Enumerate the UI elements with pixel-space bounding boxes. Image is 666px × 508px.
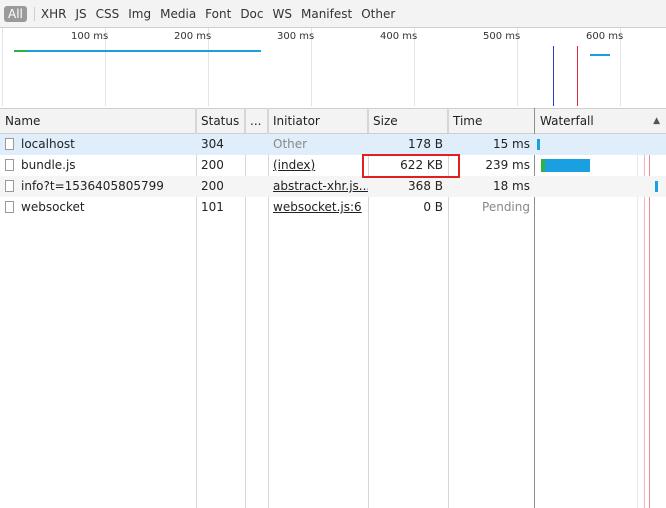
cell-size: 178 B [408,137,443,151]
cell-size: 368 B [408,179,443,193]
request-name: localhost [21,137,75,151]
table-row[interactable]: bundle.js 200 (index) 622 KB 239 ms [0,155,666,176]
filter-separator [33,6,35,21]
cell-status: 304 [201,137,224,151]
cell-initiator: (index) [268,155,368,176]
filter-font[interactable]: Font [205,7,231,21]
load-event-marker [577,46,578,106]
table-header: Name Status ... Initiator Size Time Wate… [0,108,666,134]
timeline-tick-label: 100 ms [71,31,109,42]
initiator-link[interactable]: abstract-xhr.js... [273,179,368,193]
table-row[interactable]: localhost 304 Other 178 B 15 ms [0,134,666,155]
cell-time: 15 ms [492,137,530,151]
column-header-more[interactable]: ... [245,109,268,133]
request-name: info?t=1536405805799 [21,179,164,193]
cell-initiator: Other [273,137,308,151]
overview-bar-download [28,50,261,52]
cell-status: 101 [201,200,224,214]
timeline-tick-label: 300 ms [277,31,315,42]
document-icon [5,137,14,150]
column-header-waterfall[interactable]: Waterfall ▲ [535,109,666,133]
request-name: bundle.js [21,158,76,172]
cell-name: bundle.js [0,155,196,176]
sort-ascending-icon[interactable]: ▲ [653,109,660,133]
timeline-overview[interactable]: 100 ms 200 ms 300 ms 400 ms 500 ms 600 m… [0,28,666,106]
cell-time: Pending [482,200,530,214]
request-name: websocket [21,200,85,214]
overview-bar-ws [590,54,610,56]
timeline-tick-label: 400 ms [380,31,418,42]
timeline-gridline [2,28,3,106]
timeline-tick-label: 500 ms [483,31,521,42]
overview-bar-waiting [14,50,28,52]
cell-size: 0 B [423,200,443,214]
waterfall-bar [537,139,540,150]
filter-all[interactable]: All [4,5,27,22]
timeline-tick-label: 600 ms [586,31,624,42]
waterfall-label: Waterfall [540,114,594,128]
column-header-name[interactable]: Name [0,109,196,133]
table-row[interactable]: info?t=1536405805799 200 abstract-xhr.js… [0,176,666,197]
filter-media[interactable]: Media [160,7,196,21]
column-header-status[interactable]: Status [196,109,245,133]
filter-xhr[interactable]: XHR [41,7,67,21]
cell-time: 239 ms [485,158,530,172]
cell-initiator: websocket.js:6 [268,197,368,218]
initiator-link[interactable]: websocket.js:6 [273,200,362,214]
cell-name: info?t=1536405805799 [0,176,196,197]
request-table-body: localhost 304 Other 178 B 15 ms bundle.j… [0,134,666,508]
document-icon [5,179,14,192]
filter-manifest[interactable]: Manifest [301,7,352,21]
cell-status: 200 [201,158,224,172]
cell-initiator: abstract-xhr.js... [268,176,368,197]
column-header-time[interactable]: Time [448,109,535,133]
document-icon [5,158,14,171]
filter-bar: All XHR JS CSS Img Media Font Doc WS Man… [0,0,666,28]
document-icon [5,200,14,213]
initiator-link[interactable]: (index) [273,158,315,172]
table-row[interactable]: websocket 101 websocket.js:6 0 B Pending [0,197,666,218]
filter-ws[interactable]: WS [273,7,292,21]
filter-js[interactable]: JS [75,7,86,21]
column-header-initiator[interactable]: Initiator [268,109,368,133]
filter-css[interactable]: CSS [96,7,120,21]
cell-time: 18 ms [492,179,530,193]
filter-doc[interactable]: Doc [240,7,263,21]
filter-img[interactable]: Img [128,7,151,21]
cell-status: 200 [201,179,224,193]
cell-name: websocket [0,197,196,218]
filter-other[interactable]: Other [361,7,395,21]
column-header-size[interactable]: Size [368,109,448,133]
waterfall-bar [655,181,658,192]
cell-name: localhost [0,134,196,155]
timeline-tick-label: 200 ms [174,31,212,42]
waterfall-bar-download [545,159,590,172]
dom-content-loaded-marker [553,46,554,106]
highlight-box [362,154,460,178]
